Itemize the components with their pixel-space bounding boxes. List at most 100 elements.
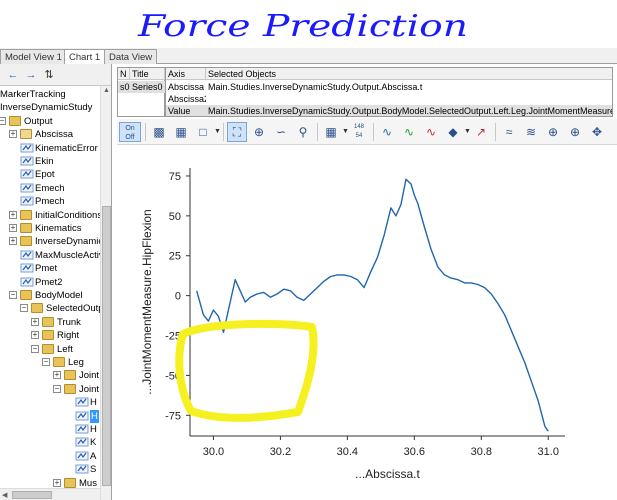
axis-row-value[interactable]: Main.Studies.InverseDynamicStudy.Output.… bbox=[206, 81, 612, 93]
tab-data-view[interactable]: Data View bbox=[104, 49, 158, 64]
back-arrow-icon[interactable]: ← bbox=[6, 68, 20, 82]
series-row-title[interactable]: Series0 bbox=[130, 81, 165, 93]
tree-vertical-scrollbar[interactable]: ▲ bbox=[100, 86, 111, 500]
expand-icon[interactable]: + bbox=[53, 478, 61, 487]
chart-toolbar: On Off ▩ ▦ □ ▼ ⛶ ⊕ ∽ ⚲ ▦ ▼ 148 54 ∿ ∿ ∿ … bbox=[117, 119, 617, 145]
tree-node[interactable]: Pmet2 bbox=[0, 276, 100, 289]
print-icon[interactable]: ▩ bbox=[149, 122, 169, 142]
zoom-y-icon[interactable]: ⊕ bbox=[565, 122, 585, 142]
tree-node[interactable]: MaxMuscleActivity bbox=[0, 249, 111, 262]
tree-node[interactable]: A bbox=[0, 450, 100, 463]
expand-icon[interactable]: + bbox=[9, 224, 17, 232]
table-icon[interactable]: ▦ bbox=[171, 122, 191, 142]
tree-node[interactable]: MarkerTracking bbox=[0, 88, 100, 101]
series-remove-icon[interactable]: ∿ bbox=[421, 122, 441, 142]
chevron-down-icon[interactable]: ▼ bbox=[464, 128, 471, 135]
tree-horizontal-scrollbar[interactable]: ◀ bbox=[0, 488, 100, 500]
tree-node-label: Emech bbox=[35, 182, 65, 194]
axis-row-name[interactable]: Abscissa bbox=[166, 81, 206, 93]
series-options-icon[interactable]: ◆ bbox=[443, 122, 463, 142]
grid-icon[interactable]: ▦ bbox=[321, 122, 341, 142]
chevron-down-icon[interactable]: ▼ bbox=[342, 128, 349, 135]
collapse-icon[interactable]: − bbox=[53, 384, 61, 393]
tree-node[interactable]: + Trunk bbox=[0, 316, 100, 329]
expand-icon[interactable]: + bbox=[31, 317, 39, 326]
series-plus-icon[interactable]: ∿ bbox=[399, 122, 419, 142]
tree-node-label: K bbox=[90, 437, 97, 449]
zoom-x-icon[interactable]: ⊕ bbox=[543, 122, 563, 142]
tree-node[interactable]: Pmet bbox=[0, 262, 100, 275]
wave-shift-icon[interactable]: ≋ bbox=[521, 122, 541, 142]
tree-node[interactable]: − Joint bbox=[0, 383, 100, 396]
collapse-icon[interactable]: − bbox=[42, 358, 50, 366]
tree-node[interactable]: + Abscissa bbox=[0, 128, 100, 141]
tree-node[interactable]: InverseDynamicStudy bbox=[0, 101, 100, 114]
tree-node[interactable]: H bbox=[0, 409, 100, 423]
output-function-icon bbox=[20, 155, 34, 167]
axis-row-name[interactable]: Abscissa2 bbox=[166, 93, 206, 105]
output-function-icon bbox=[20, 276, 34, 288]
on-off-toggle-button[interactable]: On Off bbox=[119, 122, 141, 142]
expand-icon[interactable]: + bbox=[9, 130, 17, 139]
folder-icon bbox=[42, 343, 54, 354]
axis-row-value[interactable]: Main.Studies.InverseDynamicStudy.Output.… bbox=[206, 105, 612, 116]
off-label: Off bbox=[125, 134, 135, 141]
forward-arrow-icon[interactable]: → bbox=[24, 68, 38, 82]
tree-node-label: Abscissa bbox=[35, 129, 74, 141]
tree-node[interactable]: H bbox=[0, 423, 100, 436]
tree-node[interactable]: Ekin bbox=[0, 155, 100, 168]
expand-icon[interactable]: + bbox=[9, 237, 17, 246]
tree-node[interactable]: − SelectedOutput bbox=[0, 302, 111, 315]
tree-node[interactable]: H bbox=[0, 396, 100, 409]
tree-node[interactable]: − BodyModel bbox=[0, 289, 100, 302]
scroll-up-icon[interactable]: ▲ bbox=[103, 87, 110, 94]
annotation-canvas: Force Prediction bbox=[137, 9, 468, 44]
trend-chart-icon[interactable]: ↗ bbox=[471, 122, 491, 142]
zoom-box-icon[interactable]: ⛶ bbox=[227, 122, 247, 142]
collapse-icon[interactable]: − bbox=[31, 344, 39, 353]
scroll-left-icon[interactable]: ◀ bbox=[2, 491, 7, 499]
tree-hscroll-thumb[interactable] bbox=[12, 491, 52, 499]
x-tick-label: 30.6 bbox=[404, 446, 425, 458]
tree-node[interactable]: Epot bbox=[0, 168, 100, 181]
tree-node-label: Output bbox=[24, 115, 53, 127]
collapse-icon[interactable]: − bbox=[9, 291, 17, 299]
tree-node[interactable]: + InitialConditions bbox=[0, 209, 102, 222]
collapse-icon[interactable]: − bbox=[20, 304, 28, 313]
tree-node[interactable]: KinematicError bbox=[0, 142, 100, 155]
tree-node[interactable]: + Right bbox=[0, 329, 100, 342]
sort-icon[interactable]: ⇅ bbox=[42, 68, 56, 82]
data-counter-icon[interactable]: 148 54 bbox=[349, 122, 369, 142]
series-row-id[interactable]: s0 bbox=[118, 81, 130, 93]
chevron-down-icon[interactable]: ▼ bbox=[214, 128, 221, 135]
magnifier-icon[interactable]: ⚲ bbox=[293, 122, 313, 142]
expand-icon[interactable]: + bbox=[9, 210, 17, 219]
tree-node-label: Ekin bbox=[35, 156, 54, 167]
wave-icon[interactable]: ≈ bbox=[499, 122, 519, 142]
collapse-icon[interactable]: − bbox=[0, 116, 6, 125]
line-chart[interactable]: 7550250-25-50-7530.0 30.2 30.4 30.6 30.8 31.0… bbox=[113, 146, 617, 500]
tree-node[interactable]: + Kinematics bbox=[0, 222, 100, 235]
expand-icon[interactable]: + bbox=[31, 331, 39, 340]
tree-scroll-thumb[interactable] bbox=[102, 206, 111, 486]
copy-chart-icon[interactable]: □ bbox=[193, 122, 213, 142]
tree-node[interactable]: + Joint bbox=[0, 369, 100, 382]
tab-chart-1[interactable]: Chart 1 bbox=[64, 49, 106, 65]
axis-row-name[interactable]: Value bbox=[166, 105, 206, 116]
add-series-icon[interactable]: ∿ bbox=[377, 122, 397, 142]
axis-row-value[interactable] bbox=[206, 93, 612, 105]
tree-node[interactable]: − Output bbox=[0, 115, 100, 128]
tree-node[interactable]: + InverseDynamics bbox=[0, 235, 108, 248]
tree-node[interactable]: Pmech bbox=[0, 195, 100, 208]
pan-icon[interactable]: ✥ bbox=[587, 122, 607, 142]
zoom-in-icon[interactable]: ⊕ bbox=[249, 122, 269, 142]
tree-node[interactable]: − Left bbox=[0, 343, 100, 356]
expand-icon[interactable]: + bbox=[53, 371, 61, 380]
tab-model-view-1[interactable]: Model View 1 bbox=[0, 49, 67, 64]
tree-node[interactable]: K bbox=[0, 436, 100, 449]
tree-node[interactable]: S bbox=[0, 463, 100, 476]
zoom-curve-icon[interactable]: ∽ bbox=[271, 122, 291, 142]
tree-node-label: S bbox=[90, 464, 97, 476]
tree-node[interactable]: Emech bbox=[0, 182, 100, 195]
tree-node[interactable]: − Leg bbox=[0, 356, 100, 369]
